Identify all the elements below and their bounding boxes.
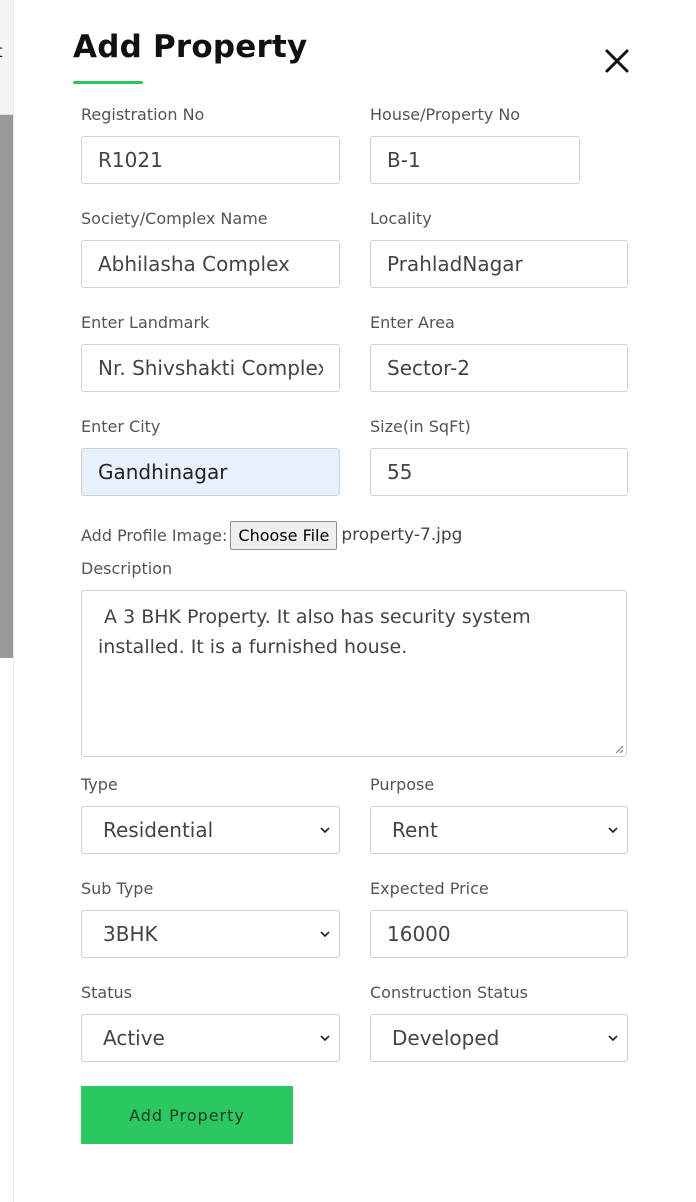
description-textarea[interactable]: A 3 BHK Property. It also has security s…: [81, 590, 627, 757]
purpose-label: Purpose: [370, 775, 435, 794]
close-icon: [605, 49, 629, 73]
locality-label: Locality: [370, 209, 432, 228]
society-label: Society/Complex Name: [81, 209, 268, 228]
title-underline: [73, 81, 143, 84]
size-label: Size(in SqFt): [370, 417, 471, 436]
house-no-label: House/Property No: [370, 105, 521, 124]
purpose-value: Rent: [392, 818, 438, 842]
backdrop-text: t: [0, 42, 3, 62]
choose-file-button[interactable]: Choose File: [230, 520, 338, 550]
area-input[interactable]: [370, 344, 628, 392]
landmark-input[interactable]: [81, 344, 340, 392]
landmark-label: Enter Landmark: [81, 313, 210, 332]
profile-image-row: Add Profile Image: Choose File property-…: [81, 520, 462, 550]
chevron-down-icon: [320, 827, 330, 834]
type-value: Residential: [103, 818, 214, 842]
expected-price-input[interactable]: [370, 910, 628, 958]
status-label: Status: [81, 983, 132, 1002]
construction-status-label: Construction Status: [370, 983, 528, 1002]
house-no-input[interactable]: [370, 136, 580, 184]
chevron-down-icon: [320, 1035, 330, 1042]
size-input[interactable]: [370, 448, 628, 496]
modal-title: Add Property: [73, 29, 308, 65]
sub-type-value: 3BHK: [103, 922, 158, 946]
modal-edge: [13, 0, 14, 1202]
sub-type-select[interactable]: 3BHK: [81, 910, 340, 958]
city-label: Enter City: [81, 417, 161, 436]
type-select[interactable]: Residential: [81, 806, 340, 854]
chevron-down-icon: [608, 827, 618, 834]
type-label: Type: [81, 775, 118, 794]
profile-image-label: Add Profile Image:: [81, 525, 228, 545]
description-text: A 3 BHK Property. It also has security s…: [98, 606, 537, 658]
construction-status-select[interactable]: Developed: [370, 1014, 628, 1062]
expected-price-label: Expected Price: [370, 879, 489, 898]
chevron-down-icon: [608, 1035, 618, 1042]
area-label: Enter Area: [370, 313, 455, 332]
registration-no-label: Registration No: [81, 105, 205, 124]
purpose-select[interactable]: Rent: [370, 806, 628, 854]
locality-input[interactable]: [370, 240, 628, 288]
file-name: property-7.jpg: [341, 525, 463, 545]
status-select[interactable]: Active: [81, 1014, 340, 1062]
add-property-button[interactable]: Add Property: [81, 1086, 293, 1144]
sub-type-label: Sub Type: [81, 879, 154, 898]
close-button[interactable]: [600, 44, 634, 78]
chevron-down-icon: [320, 931, 330, 938]
registration-no-input[interactable]: [81, 136, 340, 184]
city-input[interactable]: [81, 448, 340, 496]
construction-status-value: Developed: [392, 1026, 500, 1050]
resize-grip-icon[interactable]: [615, 745, 624, 754]
description-label: Description: [81, 559, 173, 578]
society-input[interactable]: [81, 240, 340, 288]
status-value: Active: [103, 1026, 165, 1050]
